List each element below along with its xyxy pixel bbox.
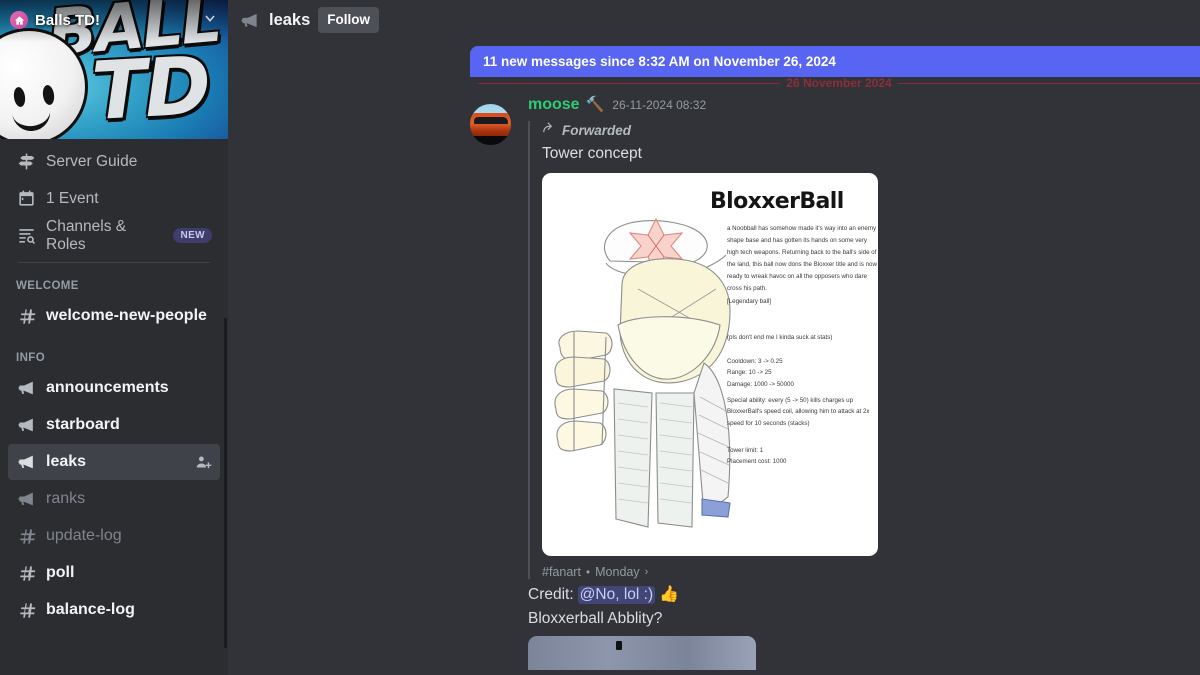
user-mention[interactable]: @No, lol :) [577, 586, 656, 604]
attachment-note: (pls don't end me I kinda suck at stats) [727, 334, 833, 341]
source-day-label: Monday [595, 565, 640, 579]
forwarded-source-footer[interactable]: #fanart • Monday › [542, 565, 1184, 579]
sidebar-item-channels-roles[interactable]: Channels & Roles NEW [8, 217, 220, 254]
forwarded-label: Forwarded [562, 123, 632, 138]
announcement-icon [16, 489, 38, 509]
server-home-icon [10, 11, 28, 29]
sidebar-channel-welcome-new-people[interactable]: welcome-new-people [8, 298, 220, 334]
attachment-image[interactable]: BloxxerBall a Noobball has somehow made … [542, 173, 878, 556]
sidebar-nav-section: Server Guide 1 Event Channels & Roles NE… [0, 143, 228, 629]
source-channel-label: #fanart [542, 565, 581, 579]
sidebar-item-server-guide[interactable]: Server Guide [8, 143, 220, 180]
mouse-cursor [616, 641, 622, 650]
channel-name: poll [46, 564, 75, 581]
announcement-icon [16, 452, 38, 472]
category-info[interactable]: INFO [8, 335, 220, 369]
channel-header: leaks Follow [228, 0, 1200, 40]
ability-question-text: Bloxxerball Abblity? [528, 610, 663, 627]
attachment-title: BloxxerBall [710, 189, 844, 214]
chevron-right-icon: › [644, 566, 649, 578]
message-timestamp: 26-11-2024 08:32 [612, 98, 707, 112]
channels-roles-icon [16, 226, 36, 246]
hash-icon [16, 601, 38, 620]
main-content: leaks Follow 26 November 2024 11 new mes… [228, 0, 1200, 675]
announcement-icon [240, 10, 261, 31]
signpost-icon [16, 152, 36, 172]
server-name-label: Balls TD! [35, 11, 101, 29]
hammer-icon: 🔨 [585, 96, 605, 113]
channel-name: ranks [46, 490, 86, 507]
car-window [474, 117, 508, 124]
channel-sidebar: BALL TD Balls TD! Server Gu [0, 0, 228, 675]
message-group: moose 🔨 26-11-2024 08:32 Forwarded Tower… [228, 96, 1200, 670]
channel-name: starboard [46, 416, 120, 433]
forwarded-block: Forwarded Tower concept BloxxerBall a No… [528, 121, 1184, 579]
attachment-description: a Noobball has somehow made it's way int… [727, 225, 877, 305]
banner-text-td: TD [89, 39, 212, 138]
calendar-icon [16, 189, 36, 209]
channel-name: announcements [46, 379, 169, 396]
hash-icon [16, 307, 38, 326]
date-divider-label: 26 November 2024 [786, 76, 892, 90]
date-divider-line-right [897, 82, 1200, 84]
channel-name: welcome-new-people [46, 307, 207, 324]
sidebar-channel-leaks[interactable]: leaks [8, 444, 220, 480]
category-welcome[interactable]: WELCOME [8, 263, 220, 297]
pencil-sketch-drawing [554, 217, 731, 528]
message-author[interactable]: moose [528, 96, 580, 114]
date-divider: 26 November 2024 [478, 76, 1200, 90]
new-messages-text: 11 new messages since 8:32 AM on Novembe… [483, 54, 836, 69]
date-divider-line-left [478, 82, 781, 84]
sidebar-channel-update-log[interactable]: update-log [8, 518, 220, 554]
sidebar-channel-starboard[interactable]: starboard [8, 407, 220, 443]
add-member-icon[interactable] [195, 454, 212, 471]
sidebar-scrollbar[interactable] [224, 318, 227, 648]
sidebar-channel-announcements[interactable]: announcements [8, 370, 220, 406]
announcement-icon [16, 415, 38, 435]
car-shadow [470, 136, 511, 145]
sidebar-item-label: Server Guide [46, 152, 138, 170]
smiley-eye-left [12, 86, 27, 108]
chevron-down-icon[interactable] [202, 10, 218, 31]
follow-button[interactable]: Follow [318, 7, 380, 33]
attachment-stats: Cooldown: 3 -> 0.25 Range: 10 -> 25 Dama… [727, 358, 794, 388]
credit-prefix: Credit: [528, 586, 574, 603]
channel-name: update-log [46, 527, 122, 544]
sidebar-item-events[interactable]: 1 Event [8, 180, 220, 217]
attachment-special-ability: Special ability: every (5 -> 50) kills c… [727, 397, 870, 427]
hash-icon [16, 527, 38, 546]
sidebar-item-label: 1 Event [46, 189, 99, 207]
avatar[interactable] [470, 104, 511, 145]
sidebar-channel-ranks[interactable]: ranks [8, 481, 220, 517]
smiley-eye-right [41, 84, 56, 106]
new-messages-banner[interactable]: 11 new messages since 8:32 AM on Novembe… [470, 46, 1200, 77]
forwarded-message-text: Tower concept [542, 145, 642, 162]
channel-title: leaks [269, 10, 311, 29]
hash-icon [16, 564, 38, 583]
separator-dot: • [585, 565, 591, 579]
credit-line: Credit: @No, lol :) 👍 [528, 586, 1184, 604]
thumbs-up-icon: 👍 [659, 586, 680, 603]
announcement-icon [16, 378, 38, 398]
forwarded-indicator: Forwarded [542, 121, 1184, 140]
discord-window: BALL TD Balls TD! Server Gu [0, 0, 1200, 675]
channel-name: balance-log [46, 601, 135, 618]
sidebar-channel-balance-log[interactable]: balance-log [8, 592, 220, 628]
sidebar-channel-poll[interactable]: poll [8, 555, 220, 591]
attachment-limits: Tower limit: 1 Placement cost: 1000 [727, 447, 787, 466]
smiley-mouth [11, 107, 53, 133]
sidebar-item-label: Channels & Roles [46, 217, 127, 253]
message-header: moose 🔨 26-11-2024 08:32 [528, 96, 1184, 118]
attachment-loading-placeholder [528, 636, 756, 670]
attachment-canvas: BloxxerBall a Noobball has somehow made … [542, 173, 878, 556]
forward-arrow-icon [542, 121, 556, 140]
new-badge: NEW [173, 228, 212, 243]
message-body: moose 🔨 26-11-2024 08:32 Forwarded Tower… [470, 96, 1200, 670]
channel-name: leaks [46, 453, 87, 470]
server-header-dropdown[interactable]: Balls TD! [0, 0, 228, 40]
